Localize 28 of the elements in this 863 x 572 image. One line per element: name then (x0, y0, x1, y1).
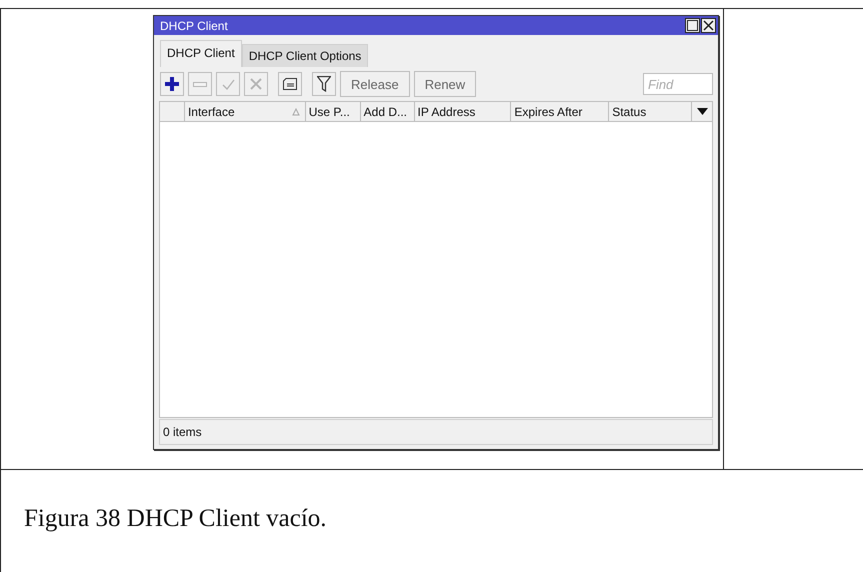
figure-caption: Figura 38 DHCP Client vacío. (23, 504, 328, 533)
column-header[interactable]: Add D... (360, 102, 415, 121)
dropdown-icon (696, 108, 708, 115)
find-field[interactable]: Find (643, 73, 713, 95)
item-count: 0 items (163, 425, 202, 439)
comment-button[interactable] (278, 72, 302, 96)
add-icon (165, 77, 179, 91)
tab[interactable]: DHCP Client (160, 40, 242, 67)
note-icon (283, 78, 297, 90)
column-header[interactable]: Use P... (306, 102, 361, 121)
toolbar-button[interactable]: Release (340, 71, 410, 97)
toolbar-button[interactable]: Renew (414, 71, 476, 97)
remove-icon (193, 82, 207, 86)
tab[interactable]: DHCP Client Options (242, 44, 368, 67)
column-header[interactable]: Status (609, 102, 692, 121)
filter-button[interactable] (312, 72, 336, 96)
column-header[interactable]: Expires After (511, 102, 610, 121)
add-button[interactable] (160, 72, 184, 96)
close-icon (703, 20, 714, 31)
maximize-icon (687, 20, 698, 31)
close-button[interactable] (701, 18, 716, 33)
maximize-button[interactable] (685, 18, 700, 33)
check-icon (222, 78, 234, 90)
window-title: DHCP Client (160, 18, 228, 32)
cross-icon (250, 78, 262, 90)
column-header[interactable]: IP Address (414, 102, 512, 121)
filter-icon (317, 76, 331, 92)
column-header[interactable]: Interface (184, 102, 306, 121)
